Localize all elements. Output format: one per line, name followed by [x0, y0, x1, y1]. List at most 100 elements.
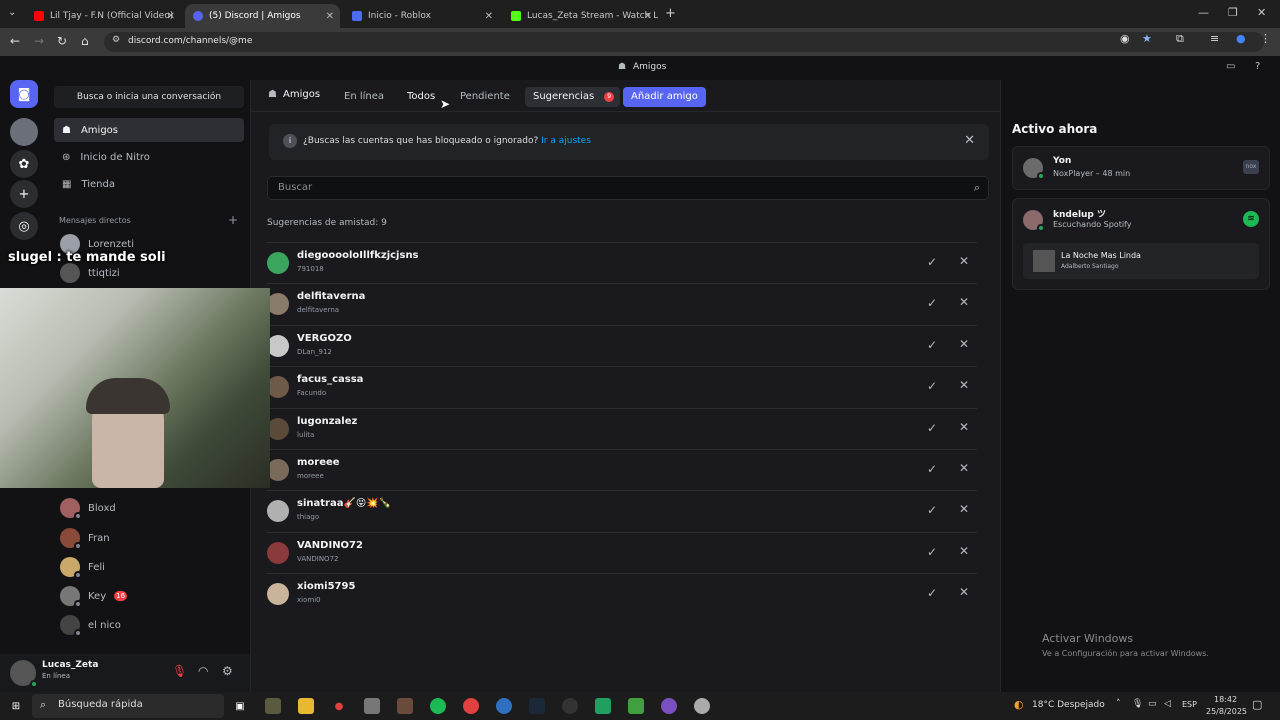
settings-link[interactable]: Ir a ajustes — [541, 136, 591, 146]
app-icon[interactable] — [595, 698, 611, 714]
dm-item[interactable]: el nico — [60, 612, 121, 638]
forward-icon[interactable]: → — [34, 34, 44, 48]
microphone-icon[interactable]: ● — [331, 698, 347, 714]
back-icon[interactable]: ← — [10, 34, 20, 48]
friend-suggestion-row[interactable]: sinatraa🎸😝💥🍾 thiago ✓ ✕ — [267, 490, 977, 531]
close-icon[interactable]: ✕ — [485, 11, 493, 22]
headphones-icon[interactable]: ◠ — [198, 664, 208, 678]
accept-check-icon[interactable]: ✓ — [927, 338, 937, 352]
spotify-track[interactable]: La Noche Mas Linda Adalberto Santiago — [1023, 243, 1259, 279]
friend-suggestion-row[interactable]: diegooooloIllfkzjcjsns 791018 ✓ ✕ — [267, 242, 977, 283]
conversation-search[interactable]: Busca o inicia una conversación — [54, 86, 244, 108]
accept-check-icon[interactable]: ✓ — [927, 586, 937, 600]
add-friend-button[interactable]: Añadir amigo — [623, 87, 706, 107]
close-icon[interactable]: ✕ — [964, 133, 975, 148]
dismiss-x-icon[interactable]: ✕ — [959, 461, 969, 475]
minimize-icon[interactable]: — — [1198, 6, 1209, 19]
accept-check-icon[interactable]: ✓ — [927, 503, 937, 517]
mic-tray-icon[interactable]: 🎙 — [1132, 699, 1143, 709]
accept-check-icon[interactable]: ✓ — [927, 545, 937, 559]
server-icon[interactable]: ✿ — [10, 150, 38, 178]
friend-suggestion-row[interactable]: delfitaverna delfitaverna ✓ ✕ — [267, 283, 977, 324]
dismiss-x-icon[interactable]: ✕ — [959, 585, 969, 599]
volume-icon[interactable]: ◁ — [1164, 699, 1171, 709]
accept-check-icon[interactable]: ✓ — [927, 255, 937, 269]
dismiss-x-icon[interactable]: ✕ — [959, 337, 969, 351]
tab-discord[interactable]: (5) Discord | Amigos ✕ — [185, 4, 340, 28]
add-server-icon[interactable]: + — [10, 180, 38, 208]
new-dm-icon[interactable]: + — [228, 213, 238, 227]
obs-icon[interactable] — [562, 698, 578, 714]
taskbar-search[interactable]: ⌕ Búsqueda rápida — [32, 694, 224, 718]
help-icon[interactable]: ? — [1255, 61, 1260, 72]
media-icon[interactable]: ≡ — [1210, 32, 1219, 45]
chrome-active-icon[interactable] — [496, 698, 512, 714]
maximize-icon[interactable]: ❐ — [1228, 6, 1238, 19]
dismiss-x-icon[interactable]: ✕ — [959, 544, 969, 558]
tray-chevron-icon[interactable]: ˄ — [1116, 699, 1121, 709]
friend-suggestion-row[interactable]: VANDINO72 VANDINO72 ✓ ✕ — [267, 531, 977, 573]
language-indicator[interactable]: ESP — [1182, 700, 1197, 709]
accept-check-icon[interactable]: ✓ — [927, 421, 937, 435]
profile-icon[interactable]: ● — [1236, 32, 1246, 45]
reload-icon[interactable]: ↻ — [57, 34, 67, 48]
address-field[interactable]: ⚙ discord.com/channels/@me — [104, 32, 1264, 52]
friends-search-input[interactable]: Buscar ⌕ — [267, 176, 989, 200]
mute-mic-icon[interactable]: 🎙 — [172, 664, 187, 678]
app-icon[interactable] — [364, 698, 380, 714]
accept-check-icon[interactable]: ✓ — [927, 296, 937, 310]
friend-suggestion-row[interactable]: facus_cassa Facundo ✓ ✕ — [267, 366, 977, 407]
dismiss-x-icon[interactable]: ✕ — [959, 502, 969, 516]
inbox-icon[interactable]: ▭ — [1226, 61, 1235, 72]
extensions-icon[interactable]: ⧉ — [1176, 32, 1184, 46]
app-icon[interactable] — [661, 698, 677, 714]
task-view-icon[interactable]: ▣ — [232, 698, 248, 714]
activity-card[interactable]: kndelup ツ Escuchando Spotify ≋ La Noche … — [1012, 198, 1270, 290]
window-close-icon[interactable]: ✕ — [1257, 6, 1266, 19]
friend-suggestion-row[interactable]: VERGOZO DLan_912 ✓ ✕ — [267, 324, 977, 366]
file-explorer-icon[interactable] — [298, 698, 314, 714]
accept-check-icon[interactable]: ✓ — [927, 462, 937, 476]
dm-item[interactable]: Key 16 — [60, 583, 128, 609]
new-tab-icon[interactable]: + — [665, 6, 676, 21]
nav-item-friends[interactable]: ☗ Amigos — [54, 118, 244, 142]
settings-gear-icon[interactable]: ⚙ — [222, 664, 233, 678]
dismiss-x-icon[interactable]: ✕ — [959, 420, 969, 434]
close-icon[interactable]: ✕ — [326, 11, 334, 22]
dismiss-x-icon[interactable]: ✕ — [959, 254, 969, 268]
tab-online[interactable]: En línea — [336, 87, 392, 107]
eye-off-icon[interactable]: ◉ — [1120, 32, 1130, 45]
discord-home-icon[interactable]: ◙ — [10, 80, 38, 108]
server-icon[interactable] — [10, 118, 38, 146]
bookmark-star-icon[interactable]: ★ — [1142, 32, 1152, 45]
network-icon[interactable]: ▭ — [1148, 699, 1157, 709]
discover-icon[interactable]: ◎ — [10, 212, 38, 240]
nav-item-nitro[interactable]: ⊛ Inicio de Nitro — [54, 145, 244, 169]
chrome-icon[interactable] — [463, 698, 479, 714]
tab-suggestions[interactable]: Sugerencias 9 — [525, 87, 621, 107]
activity-card[interactable]: Yon NoxPlayer – 48 min nox — [1012, 146, 1270, 190]
home-icon[interactable]: ⌂ — [81, 34, 89, 48]
tab-roblox[interactable]: Inicio - Roblox ✕ — [344, 4, 499, 28]
menu-icon[interactable]: ⋮ — [1260, 32, 1271, 45]
start-icon[interactable]: ⊞ — [8, 698, 24, 714]
clock-time[interactable]: 18:42 — [1214, 695, 1237, 704]
nav-item-shop[interactable]: ▦ Tienda — [54, 172, 244, 196]
friend-suggestion-row[interactable]: lugonzalez lulita ✓ ✕ — [267, 407, 977, 449]
accept-check-icon[interactable]: ✓ — [927, 379, 937, 393]
dm-item[interactable]: Bloxd — [60, 495, 116, 521]
app-icon[interactable] — [397, 698, 413, 714]
dm-item[interactable]: Feli — [60, 554, 105, 580]
close-icon[interactable]: ✕ — [167, 11, 175, 22]
tab-youtube[interactable]: Lil Tjay - F.N (Official Video) ✕ — [26, 4, 181, 28]
spotify-icon[interactable] — [430, 698, 446, 714]
tab-search-icon[interactable]: ⌄ — [8, 7, 16, 18]
user-avatar[interactable] — [10, 660, 38, 688]
site-info-icon[interactable]: ⚙ — [112, 35, 120, 45]
notifications-icon[interactable]: ▢ — [1252, 698, 1262, 711]
weather-text[interactable]: 18°C Despejado — [1032, 700, 1105, 710]
friend-suggestion-row[interactable]: moreee moreee ✓ ✕ — [267, 449, 977, 490]
tab-all[interactable]: Todos — [399, 87, 443, 107]
dismiss-x-icon[interactable]: ✕ — [959, 295, 969, 309]
close-icon[interactable]: ✕ — [644, 11, 652, 22]
